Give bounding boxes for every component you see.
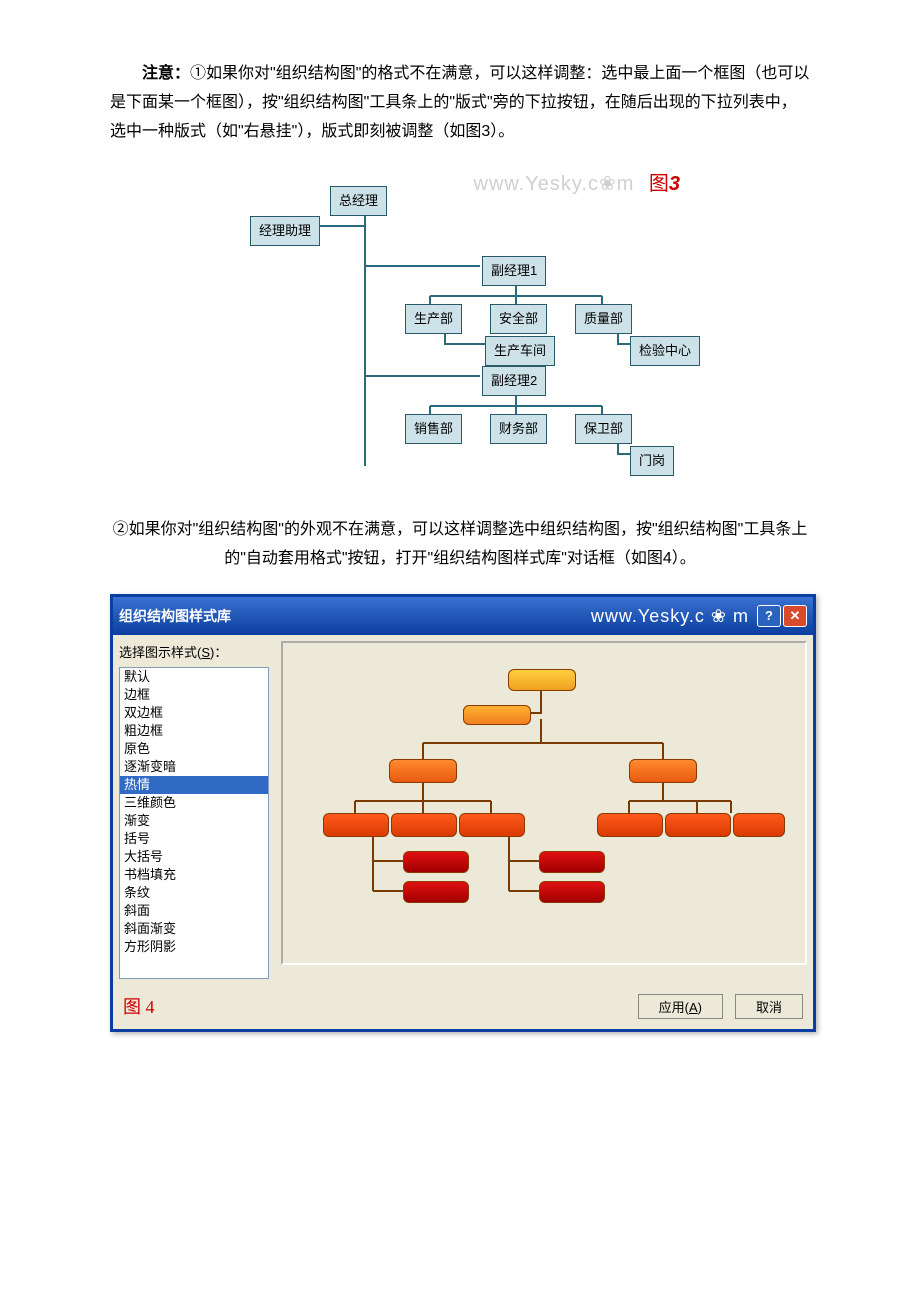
preview-node <box>733 813 785 837</box>
figure-3: www.Yesky.c❀m 图3 总经理 经理助理 副经理1 生产部 安全部 质… <box>230 166 690 476</box>
org-node-sec: 保卫部 <box>575 414 632 443</box>
preview-node <box>459 813 525 837</box>
preview-connectors <box>283 643 805 963</box>
org-node-vp1: 副经理1 <box>482 256 546 285</box>
preview-node <box>539 851 605 873</box>
style-list-item[interactable]: 斜面渐变 <box>120 920 268 938</box>
titlebar-watermark: www.Yesky.c ❀ m <box>591 600 749 632</box>
org-node-vp2: 副经理2 <box>482 366 546 395</box>
preview-node <box>323 813 389 837</box>
preview-node <box>665 813 731 837</box>
preview-node <box>403 881 469 903</box>
para-1: 注意：①如果你对"组织结构图"的格式不在满意，可以这样调整：选中最上面一个框图（… <box>110 60 810 146</box>
style-list-item[interactable]: 大括号 <box>120 848 268 866</box>
para-2: ②如果你对"组织结构图"的外观不在满意，可以这样调整选中组织结构图，按"组织结构… <box>110 516 810 574</box>
style-preview <box>281 641 807 965</box>
dialog-button-row: 图 4 应用(A) 取消 <box>113 985 813 1029</box>
org-node-prod: 生产部 <box>405 304 462 333</box>
apply-button[interactable]: 应用(A) <box>638 994 723 1019</box>
style-list-item[interactable]: 原色 <box>120 740 268 758</box>
style-list-item[interactable]: 默认 <box>120 668 268 686</box>
preview-node <box>463 705 531 725</box>
para-1-lead: 注意： <box>142 65 190 82</box>
preview-node <box>629 759 697 783</box>
style-list-item[interactable]: 逐渐变暗 <box>120 758 268 776</box>
figure-4-dialog: 组织结构图样式库 www.Yesky.c ❀ m ? ✕ 选择图示样式(S)： … <box>110 594 816 1032</box>
preview-node <box>597 813 663 837</box>
org-node-sale: 销售部 <box>405 414 462 443</box>
style-list-item[interactable]: 渐变 <box>120 812 268 830</box>
help-button[interactable]: ? <box>757 605 781 627</box>
preview-node <box>508 669 576 691</box>
style-listbox[interactable]: 默认边框双边框粗边框原色逐渐变暗热情三维颜色渐变括号大括号书档填充条纹斜面斜面渐… <box>119 667 269 979</box>
org-node-gate: 门岗 <box>630 446 674 475</box>
close-button[interactable]: ✕ <box>783 605 807 627</box>
para-1-body: ①如果你对"组织结构图"的格式不在满意，可以这样调整：选中最上面一个框图（也可以… <box>110 65 809 140</box>
preview-node <box>391 813 457 837</box>
preview-node <box>403 851 469 873</box>
org-node-safe: 安全部 <box>490 304 547 333</box>
dialog-titlebar: 组织结构图样式库 www.Yesky.c ❀ m ? ✕ <box>113 597 813 635</box>
org-node-insp: 检验中心 <box>630 336 700 365</box>
dialog-body: 选择图示样式(S)： 默认边框双边框粗边框原色逐渐变暗热情三维颜色渐变括号大括号… <box>113 635 813 984</box>
cancel-button[interactable]: 取消 <box>735 994 803 1019</box>
preview-node <box>389 759 457 783</box>
style-list-label: 选择图示样式(S)： <box>119 641 269 664</box>
org-node-fin: 财务部 <box>490 414 547 443</box>
style-list-item[interactable]: 粗边框 <box>120 722 268 740</box>
org-node-ws: 生产车间 <box>485 336 555 365</box>
style-list-item[interactable]: 书档填充 <box>120 866 268 884</box>
style-list-item[interactable]: 斜面 <box>120 902 268 920</box>
style-list-pane: 选择图示样式(S)： 默认边框双边框粗边框原色逐渐变暗热情三维颜色渐变括号大括号… <box>113 635 275 984</box>
org-node-assistant: 经理助理 <box>250 216 320 245</box>
figure-4-label: 图 4 <box>123 991 155 1023</box>
style-list-item[interactable]: 方形阴影 <box>120 938 268 956</box>
dialog-title: 组织结构图样式库 <box>119 604 591 629</box>
style-list-item[interactable]: 双边框 <box>120 704 268 722</box>
style-list-item[interactable]: 热情 <box>120 776 268 794</box>
style-list-item[interactable]: 三维颜色 <box>120 794 268 812</box>
org-node-root: 总经理 <box>330 186 387 215</box>
org-node-qual: 质量部 <box>575 304 632 333</box>
style-list-item[interactable]: 边框 <box>120 686 268 704</box>
style-list-item[interactable]: 括号 <box>120 830 268 848</box>
style-list-item[interactable]: 条纹 <box>120 884 268 902</box>
preview-node <box>539 881 605 903</box>
